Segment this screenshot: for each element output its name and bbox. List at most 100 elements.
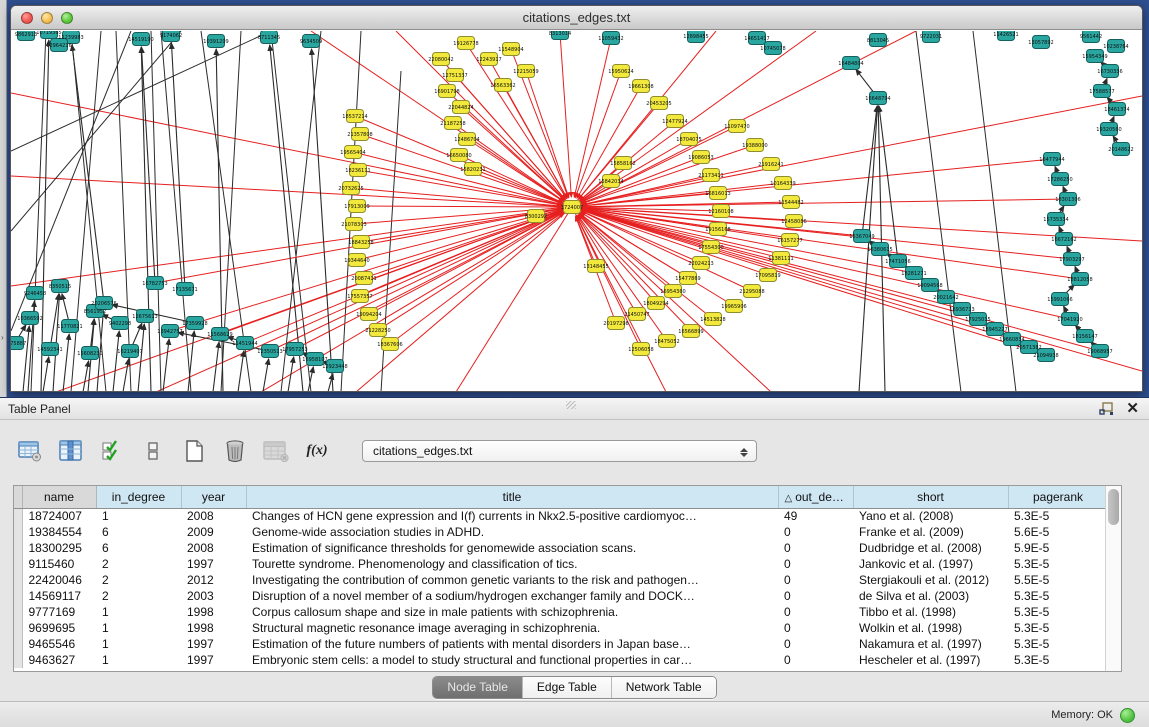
- cell-year[interactable]: 2008: [181, 508, 246, 524]
- cell-name[interactable]: 9777169: [22, 604, 96, 620]
- cell-year[interactable]: 2008: [181, 540, 246, 556]
- table-row[interactable]: 2242004622012Investigating the contribut…: [14, 572, 1105, 588]
- delete-column-button[interactable]: [221, 437, 249, 465]
- cell-in_degree[interactable]: 2: [96, 556, 181, 572]
- network-canvas[interactable]: 1724007185372142135780819565404182361112…: [11, 31, 1142, 391]
- tab-node-table[interactable]: Node Table: [433, 677, 523, 698]
- cell-title[interactable]: Investigating the contribution of common…: [246, 572, 778, 588]
- cell-short[interactable]: Dudbridge et al. (2008): [853, 540, 1008, 556]
- cell-short[interactable]: Franke et al. (2009): [853, 524, 1008, 540]
- cell-title[interactable]: Genome-wide association studies in ADHD.: [246, 524, 778, 540]
- table-row[interactable]: 911546021997Tourette syndrome. Phenomeno…: [14, 556, 1105, 572]
- cell-out_de[interactable]: 0: [778, 636, 853, 652]
- cell-year[interactable]: 1997: [181, 556, 246, 572]
- table-panel-header[interactable]: Table Panel ✕: [0, 398, 1149, 420]
- cell-short[interactable]: Wolkin et al. (1998): [853, 620, 1008, 636]
- cell-year[interactable]: 2003: [181, 588, 246, 604]
- cell-short[interactable]: Jankovic et al. (1997): [853, 556, 1008, 572]
- table-row[interactable]: 977716911998Corpus callosum shape and si…: [14, 604, 1105, 620]
- cell-name[interactable]: 18724007: [22, 508, 96, 524]
- table-row[interactable]: 969969511998Structural magnetic resonanc…: [14, 620, 1105, 636]
- scrollbar-thumb[interactable]: [1108, 489, 1119, 525]
- cell-in_degree[interactable]: 1: [96, 508, 181, 524]
- column-header-title[interactable]: title: [246, 486, 778, 508]
- cell-name[interactable]: 9115460: [22, 556, 96, 572]
- close-panel-icon[interactable]: ✕: [1126, 400, 1139, 418]
- cell-year[interactable]: 1998: [181, 620, 246, 636]
- table-row[interactable]: 1938455462009Genome-wide association stu…: [14, 524, 1105, 540]
- column-visibility-button[interactable]: [57, 437, 85, 465]
- cell-out_de[interactable]: 0: [778, 572, 853, 588]
- minimize-window-button[interactable]: [41, 12, 53, 24]
- vertical-scrollbar[interactable]: [1105, 486, 1121, 671]
- citation-network-graph[interactable]: 1724007185372142135780819565404182361112…: [11, 31, 1142, 391]
- cell-title[interactable]: Tourette syndrome. Phenomenology and cla…: [246, 556, 778, 572]
- cell-short[interactable]: Hescheler et al. (1997): [853, 652, 1008, 668]
- cell-in_degree[interactable]: 1: [96, 604, 181, 620]
- cell-title[interactable]: Structural magnetic resonance image aver…: [246, 620, 778, 636]
- float-panel-icon[interactable]: [1099, 402, 1114, 416]
- cell-short[interactable]: Tibbo et al. (1998): [853, 604, 1008, 620]
- cell-out_de[interactable]: 0: [778, 588, 853, 604]
- cell-title[interactable]: Disruption of a novel member of a sodium…: [246, 588, 778, 604]
- cell-title[interactable]: Embryonic stem cells: a model to study s…: [246, 652, 778, 668]
- cell-year[interactable]: 1997: [181, 652, 246, 668]
- window-titlebar[interactable]: citations_edges.txt: [11, 6, 1142, 30]
- cell-in_degree[interactable]: 2: [96, 588, 181, 604]
- cell-year[interactable]: 2012: [181, 572, 246, 588]
- cell-in_degree[interactable]: 1: [96, 636, 181, 652]
- cell-name[interactable]: 9699695: [22, 620, 96, 636]
- cell-pagerank[interactable]: 5.3E-5: [1008, 652, 1105, 668]
- cell-name[interactable]: 22420046: [22, 572, 96, 588]
- column-header-pagerank[interactable]: pagerank: [1008, 486, 1105, 508]
- table-row[interactable]: 946554611997Estimation of the future num…: [14, 636, 1105, 652]
- memory-status-icon[interactable]: [1120, 708, 1135, 723]
- cell-short[interactable]: Yano et al. (2008): [853, 508, 1008, 524]
- cell-in_degree[interactable]: 6: [96, 540, 181, 556]
- cell-in_degree[interactable]: 1: [96, 652, 181, 668]
- tab-network-table[interactable]: Network Table: [612, 677, 716, 698]
- function-builder-button[interactable]: f(x): [303, 437, 331, 465]
- cell-in_degree[interactable]: 1: [96, 620, 181, 636]
- cell-short[interactable]: Stergiakouli et al. (2012): [853, 572, 1008, 588]
- cell-out_de[interactable]: 0: [778, 556, 853, 572]
- cell-pagerank[interactable]: 5.9E-5: [1008, 540, 1105, 556]
- panel-resize-grip[interactable]: [566, 401, 576, 409]
- cell-name[interactable]: 14569117: [22, 588, 96, 604]
- cell-pagerank[interactable]: 5.3E-5: [1008, 556, 1105, 572]
- cell-pagerank[interactable]: 5.3E-5: [1008, 620, 1105, 636]
- table-selector-dropdown[interactable]: citations_edges.txt: [362, 440, 757, 462]
- close-window-button[interactable]: [21, 12, 33, 24]
- table-row[interactable]: 1872400712008Changes of HCN gene express…: [14, 508, 1105, 524]
- cell-out_de[interactable]: 0: [778, 524, 853, 540]
- cell-name[interactable]: 9465546: [22, 636, 96, 652]
- cell-pagerank[interactable]: 5.3E-5: [1008, 604, 1105, 620]
- cell-pagerank[interactable]: 5.3E-5: [1008, 588, 1105, 604]
- table-row[interactable]: 946362711997Embryonic stem cells: a mode…: [14, 652, 1105, 668]
- column-header-short[interactable]: short: [853, 486, 1008, 508]
- cell-name[interactable]: 9463627: [22, 652, 96, 668]
- cell-title[interactable]: Estimation of the future numbers of pati…: [246, 636, 778, 652]
- row-height-button[interactable]: [139, 437, 167, 465]
- network-view-window[interactable]: citations_edges.txt 17240071853721421357…: [10, 5, 1143, 392]
- table-mode-button[interactable]: [16, 437, 44, 465]
- tab-edge-table[interactable]: Edge Table: [523, 677, 612, 698]
- cell-year[interactable]: 1998: [181, 604, 246, 620]
- cell-pagerank[interactable]: 5.6E-5: [1008, 524, 1105, 540]
- cell-pagerank[interactable]: 5.3E-5: [1008, 508, 1105, 524]
- cell-out_de[interactable]: 0: [778, 604, 853, 620]
- cell-name[interactable]: 18300295: [22, 540, 96, 556]
- cell-out_de[interactable]: 49: [778, 508, 853, 524]
- cell-out_de[interactable]: 0: [778, 540, 853, 556]
- delete-table-button-disabled[interactable]: [262, 437, 290, 465]
- table-row[interactable]: 1456911722003Disruption of a novel membe…: [14, 588, 1105, 604]
- collapse-handle-icon[interactable]: ›: [1, 333, 4, 342]
- column-header-year[interactable]: year: [181, 486, 246, 508]
- column-select-button[interactable]: [98, 437, 126, 465]
- cell-title[interactable]: Estimation of significance thresholds fo…: [246, 540, 778, 556]
- cell-title[interactable]: Changes of HCN gene expression and I(f) …: [246, 508, 778, 524]
- cell-name[interactable]: 19384554: [22, 524, 96, 540]
- column-header-name[interactable]: name: [22, 486, 96, 508]
- new-column-button[interactable]: [180, 437, 208, 465]
- cell-in_degree[interactable]: 2: [96, 572, 181, 588]
